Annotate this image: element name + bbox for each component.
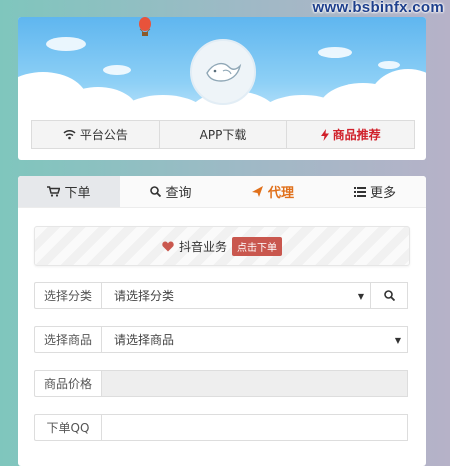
bird-logo-icon (206, 62, 242, 82)
category-label: 选择分类 (34, 282, 101, 309)
sky-banner (18, 17, 426, 127)
bolt-icon (320, 128, 329, 141)
product-select[interactable]: 请选择商品 ▼ (101, 326, 408, 353)
caret-down-icon: ▼ (394, 336, 401, 345)
tab-label: 代理 (267, 186, 294, 201)
header-panel: 平台公告 APP下载 商品推荐 (18, 17, 426, 160)
wifi-icon (63, 130, 76, 140)
price-row: 商品价格 (34, 370, 408, 397)
tab-label: 查询 (165, 186, 192, 201)
tab-agent[interactable]: 代理 (222, 176, 324, 207)
category-search-button[interactable] (371, 282, 408, 309)
caret-down-icon: ▼ (357, 292, 364, 301)
tab-label: 平台公告 (79, 128, 128, 142)
heart-icon (162, 241, 174, 251)
tab-app-download[interactable]: APP下载 (160, 121, 288, 148)
tab-query[interactable]: 查询 (120, 176, 222, 207)
tab-product-recommend[interactable]: 商品推荐 (287, 121, 414, 148)
search-icon (150, 186, 162, 197)
notice-text: 抖音业务 (178, 239, 227, 254)
price-label: 商品价格 (34, 370, 101, 397)
hot-air-balloon-icon (139, 17, 151, 36)
category-value: 请选择分类 (114, 289, 175, 303)
tab-label: 商品推荐 (332, 128, 381, 142)
search-icon (383, 290, 395, 301)
site-watermark: www.bsbinfx.com (312, 0, 444, 16)
tab-label: APP下载 (199, 128, 247, 142)
plane-icon (251, 186, 263, 197)
product-row: 选择商品 请选择商品 ▼ (34, 326, 408, 353)
main-tab-bar: 下单 查询 代理 更多 (18, 176, 426, 208)
category-row: 选择分类 请选择分类 ▼ (34, 282, 408, 309)
product-value: 请选择商品 (114, 333, 175, 347)
promo-notice: 抖音业务 点击下单 (34, 226, 410, 266)
tab-label: 下单 (64, 186, 91, 201)
product-label: 选择商品 (34, 326, 101, 353)
order-panel: 下单 查询 代理 更多 抖音业务 点击下单 选择分类 请选择分类 ▼ 选择商品 … (18, 176, 426, 466)
list-icon (353, 186, 366, 197)
tab-place-order[interactable]: 下单 (18, 176, 120, 207)
price-field (101, 370, 408, 397)
tab-more[interactable]: 更多 (324, 176, 426, 207)
top-tab-bar: 平台公告 APP下载 商品推荐 (31, 120, 415, 149)
order-now-badge[interactable]: 点击下单 (232, 236, 282, 256)
qq-label: 下单QQ (34, 414, 101, 441)
tab-platform-notice[interactable]: 平台公告 (32, 121, 160, 148)
qq-row: 下单QQ (34, 414, 408, 441)
tab-label: 更多 (369, 186, 396, 201)
cart-icon (47, 186, 61, 197)
qq-input[interactable] (101, 414, 408, 441)
site-avatar (190, 39, 256, 105)
category-select[interactable]: 请选择分类 ▼ (101, 282, 371, 309)
